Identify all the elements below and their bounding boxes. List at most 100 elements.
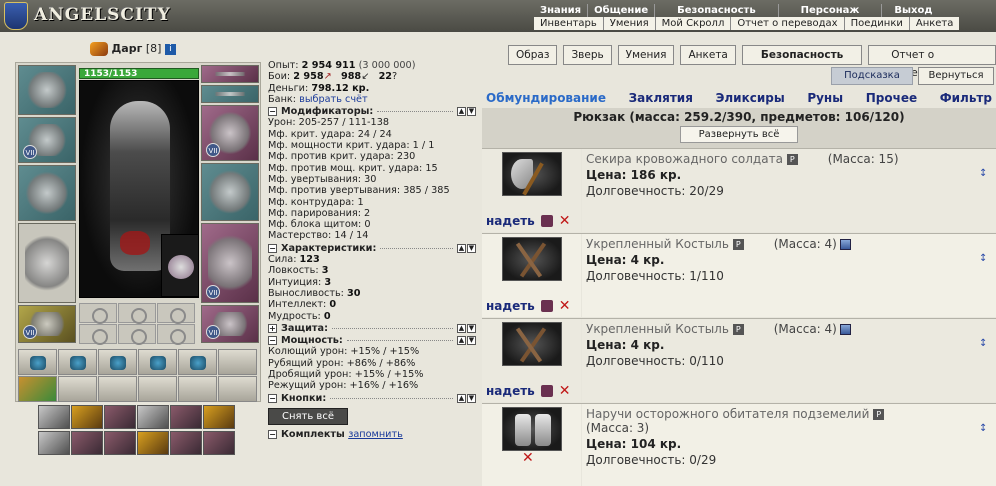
arrow-down-icon[interactable]: ▼	[467, 243, 476, 253]
back-button[interactable]: Вернуться	[918, 67, 994, 85]
bracer-slot[interactable]: VII	[18, 117, 76, 163]
belt-item[interactable]	[71, 405, 103, 429]
modifiers-section[interactable]: − Модификаторы: ▲ ▼	[268, 106, 476, 117]
tab-elixirs[interactable]: Эликсиры	[716, 88, 785, 108]
crutch-icon[interactable]	[502, 237, 562, 281]
help-button[interactable]: Подсказка	[831, 67, 913, 85]
power-section[interactable]: − Мощность: ▲ ▼	[268, 335, 476, 346]
arrow-up-icon[interactable]: ▲	[457, 107, 466, 117]
expand-arrow-icon[interactable]: ↕	[979, 339, 987, 371]
scroll-slot[interactable]	[178, 376, 217, 402]
expand-arrow-icon[interactable]: ↕	[979, 424, 987, 456]
amulet-slot[interactable]	[201, 65, 259, 83]
ring-slot[interactable]	[79, 324, 117, 345]
belt-item[interactable]	[170, 430, 202, 455]
wear-link[interactable]: надеть	[486, 299, 535, 313]
item-name[interactable]: Наручи осторожного обитателя подземелий	[586, 407, 869, 421]
skills-button[interactable]: Умения	[617, 45, 675, 65]
remember-set-link[interactable]: запомнить	[348, 429, 403, 440]
scroll-slot[interactable]	[218, 376, 257, 402]
nav-character[interactable]: Персонаж	[777, 4, 882, 17]
expand-icon[interactable]: +	[268, 323, 277, 333]
offhand-slot[interactable]	[201, 163, 259, 221]
axe-icon[interactable]	[502, 152, 562, 196]
sets-section[interactable]: − Комплекты запомнить	[268, 429, 476, 440]
scroll-slot[interactable]	[58, 349, 97, 375]
ring-slot[interactable]	[79, 303, 117, 324]
belt-item[interactable]	[170, 405, 202, 429]
collapse-icon[interactable]: −	[268, 336, 277, 346]
pants-slot[interactable]: VII	[201, 223, 259, 303]
strip-all-button[interactable]: Снять всё	[268, 407, 348, 426]
arrow-up-icon[interactable]: ▲	[457, 243, 466, 253]
buttons-section[interactable]: − Кнопки: ▲ ▼	[268, 393, 476, 404]
wear-outfit-icon[interactable]	[540, 385, 553, 397]
expand-arrow-icon[interactable]: ↕	[979, 254, 987, 286]
item-name[interactable]: Укрепленный Костыль	[586, 237, 729, 251]
arrow-up-icon[interactable]: ▲	[457, 336, 466, 346]
belt-item[interactable]	[38, 430, 70, 455]
subnav-profile[interactable]: Анкета	[908, 17, 960, 30]
belt-item[interactable]	[203, 430, 235, 455]
transfers-report-button[interactable]: Отчет о переводах	[868, 45, 996, 79]
info-icon[interactable]: i	[164, 43, 176, 55]
item-name[interactable]: Укрепленный Костыль	[586, 322, 729, 336]
helmet-slot[interactable]	[18, 65, 76, 115]
ring-slot[interactable]	[118, 324, 156, 345]
tab-other[interactable]: Прочее	[866, 88, 917, 108]
image-button[interactable]: Образ	[508, 45, 558, 65]
belt-item[interactable]	[137, 405, 169, 429]
ring-slot[interactable]	[157, 324, 195, 345]
collapse-icon[interactable]: −	[268, 393, 277, 403]
wear-outfit-icon[interactable]	[540, 215, 553, 227]
belt-item[interactable]	[38, 405, 70, 429]
scroll-slot[interactable]	[138, 349, 177, 375]
tab-spells[interactable]: Заклятия	[629, 88, 693, 108]
pet-slot[interactable]	[161, 234, 199, 297]
delete-icon[interactable]: ✕	[559, 383, 571, 399]
security-button[interactable]: Безопасность	[741, 45, 863, 65]
subnav-transfers-report[interactable]: Отчет о переводах	[730, 17, 844, 30]
scroll-slot[interactable]	[98, 349, 137, 375]
belt-item[interactable]	[104, 430, 136, 455]
ring-slot[interactable]	[118, 303, 156, 324]
arrow-down-icon[interactable]: ▼	[467, 393, 476, 403]
scroll-slot[interactable]	[18, 349, 57, 375]
scroll-slot[interactable]	[98, 376, 137, 402]
tab-filter[interactable]: Фильтр	[940, 88, 992, 108]
delete-icon[interactable]: ✕	[559, 213, 571, 229]
collapse-icon[interactable]: −	[268, 243, 277, 253]
belt-item[interactable]	[104, 405, 136, 429]
expand-arrow-icon[interactable]: ↕	[979, 169, 987, 201]
collapse-icon[interactable]: −	[268, 430, 277, 440]
scroll-slot[interactable]	[218, 349, 257, 375]
profile-button[interactable]: Анкета	[680, 45, 736, 65]
arrow-down-icon[interactable]: ▼	[467, 336, 476, 346]
arrow-down-icon[interactable]: ▼	[467, 107, 476, 117]
item-name[interactable]: Секира кровожадного солдата	[586, 152, 783, 166]
belt-slot[interactable]: VII	[18, 305, 76, 343]
arrow-down-icon[interactable]: ▼	[467, 323, 476, 333]
wear-link[interactable]: надеть	[486, 214, 535, 228]
nav-communication[interactable]: Общение	[587, 4, 654, 17]
tab-equipment[interactable]: Обмундирование	[486, 88, 606, 108]
belt-item[interactable]	[71, 430, 103, 455]
delete-icon[interactable]: ✕	[522, 450, 534, 466]
game-logo[interactable]: ANGELSCITY	[4, 2, 204, 30]
boots-slot[interactable]: VII	[201, 305, 259, 343]
bracers-icon[interactable]	[502, 407, 562, 451]
crutch-icon[interactable]	[502, 322, 562, 366]
arrow-up-icon[interactable]: ▲	[457, 323, 466, 333]
ring-slot[interactable]	[157, 303, 195, 324]
tab-runes[interactable]: Руны	[807, 88, 843, 108]
nav-exit[interactable]: Выход	[881, 4, 944, 17]
beast-button[interactable]: Зверь	[563, 45, 612, 65]
gloves-slot[interactable]: VII	[201, 105, 259, 161]
armor-slot[interactable]	[18, 223, 76, 303]
earring-slot[interactable]	[201, 85, 259, 103]
subnav-inventory[interactable]: Инвентарь	[534, 17, 603, 30]
wear-link[interactable]: надеть	[486, 384, 535, 398]
expand-all-button[interactable]: Развернуть всё	[680, 126, 798, 143]
belt-item[interactable]	[137, 430, 169, 455]
scroll-slot[interactable]	[138, 376, 177, 402]
